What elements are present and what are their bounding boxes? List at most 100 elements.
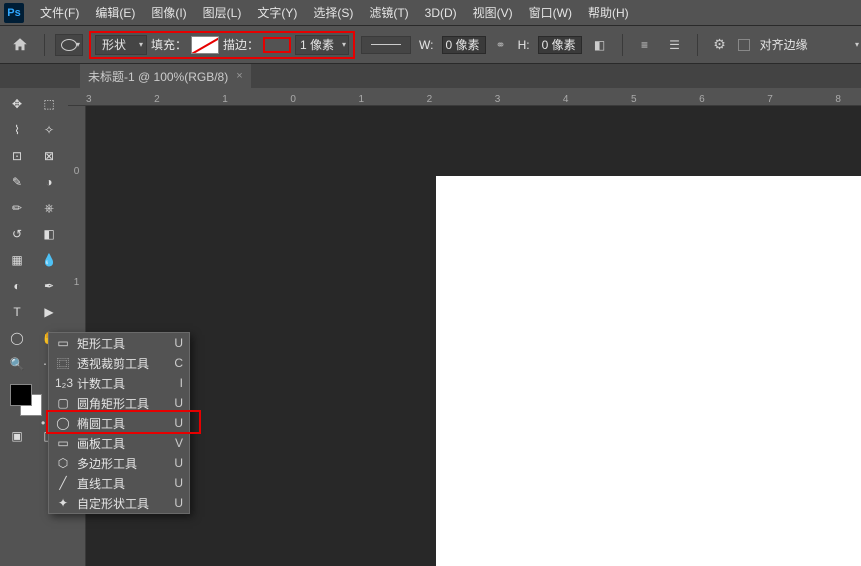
healing-tool[interactable]: ◑ [34, 170, 64, 194]
tool-icon: 1₂3 [55, 376, 71, 390]
type-tool[interactable]: T [2, 300, 32, 324]
menu-layer[interactable]: 图层(L) [195, 0, 250, 26]
tool-icon: ⿴ [55, 355, 71, 372]
foreground-color[interactable] [10, 384, 32, 406]
tool-shortcut: U [174, 496, 183, 510]
ruler-tick: 4 [563, 94, 569, 105]
flyout-item[interactable]: ⿴透视裁剪工具C [49, 353, 189, 373]
canvas[interactable] [436, 176, 861, 566]
magic-wand-tool[interactable]: ✧ [34, 118, 64, 142]
frame-tool[interactable]: ⊠ [34, 144, 64, 168]
shape-tool-flyout: ▭矩形工具U⿴透视裁剪工具C1₂3计数工具I▢圆角矩形工具U◯椭圆工具U ▭ 画板工… [48, 332, 190, 514]
menu-view[interactable]: 视图(V) [465, 0, 521, 26]
ruler-tick: 8 [835, 94, 841, 105]
tool-label: 画板工具 [77, 435, 169, 452]
highlight-box-options: 形状▾ 填充： 描边： 1 像素▾ [89, 31, 355, 59]
separator [44, 34, 45, 56]
ruler-tick: 1 [222, 94, 228, 105]
menu-image[interactable]: 图像(I) [143, 0, 194, 26]
flyout-item[interactable]: ▢圆角矩形工具U [49, 393, 189, 413]
history-brush-tool[interactable]: ↺ [2, 222, 32, 246]
eyedropper-tool[interactable]: ✎ [2, 170, 32, 194]
flyout-item[interactable]: ⬡多边形工具U [49, 453, 189, 473]
menu-filter[interactable]: 滤镜(T) [361, 0, 416, 26]
gear-icon[interactable]: ⚙ [708, 33, 732, 57]
home-icon[interactable] [6, 31, 34, 59]
ruler-tick: 0 [290, 94, 296, 105]
marquee-tool[interactable]: ⬚ [34, 92, 64, 116]
flyout-item[interactable]: ✦自定形状工具U [49, 493, 189, 513]
tool-shortcut: U [174, 476, 183, 490]
menu-window[interactable]: 窗口(W) [521, 0, 580, 26]
stroke-swatch[interactable] [263, 37, 291, 53]
flyout-item[interactable]: 1₂3计数工具I [49, 373, 189, 393]
tool-shortcut: U [174, 456, 183, 470]
canvas-background[interactable] [86, 106, 861, 566]
ruler-tick: 3 [495, 94, 501, 105]
separator [697, 34, 698, 56]
tool-shortcut: U [174, 416, 183, 430]
menu-type[interactable]: 文字(Y) [249, 0, 305, 26]
stroke-label: 描边： [223, 36, 259, 53]
path-align-icon[interactable]: ≡ [633, 33, 657, 57]
ruler-tick: 0 [74, 166, 80, 177]
tool-preset-button[interactable]: ▾ [55, 34, 83, 56]
document-tab-bar: 未标题-1 @ 100%(RGB/8) × [0, 64, 861, 88]
flyout-item[interactable]: ▭ 画板工具 V [49, 433, 189, 453]
clone-tool[interactable]: ⎈ [34, 196, 64, 220]
path-operations-icon[interactable]: ◧ [588, 33, 612, 57]
close-icon[interactable]: × [236, 70, 242, 82]
pen-tool[interactable]: ✒ [34, 274, 64, 298]
path-arrange-icon[interactable]: ☰ [663, 33, 687, 57]
stroke-size-value: 1 像素 [300, 36, 334, 53]
tool-icon: ◯ [55, 416, 71, 430]
zoom-tool[interactable]: 🔍 [2, 352, 32, 376]
fill-swatch[interactable] [191, 36, 219, 54]
ruler-tick: 1 [359, 94, 365, 105]
shape-mode-select[interactable]: 形状▾ [95, 35, 147, 55]
document-tab[interactable]: 未标题-1 @ 100%(RGB/8) × [80, 64, 251, 88]
tool-shortcut: I [180, 376, 183, 390]
menu-select[interactable]: 选择(S) [305, 0, 361, 26]
link-wh-icon[interactable]: ⚭ [492, 38, 510, 52]
ruler-tick: 6 [699, 94, 705, 105]
menu-file[interactable]: 文件(F) [32, 0, 87, 26]
tool-icon: ▭ [55, 436, 71, 450]
flyout-item[interactable]: ◯椭圆工具U [49, 413, 189, 433]
blur-tool[interactable]: 💧 [34, 248, 64, 272]
ruler-tick: 3 [86, 94, 92, 105]
menu-edit[interactable]: 编辑(E) [87, 0, 143, 26]
options-bar: ▾ 形状▾ 填充： 描边： 1 像素▾ ▾ W: 0 像素 ⚭ H: 0 像素 … [0, 26, 861, 64]
height-label: H: [518, 38, 530, 52]
stroke-size-input[interactable]: 1 像素▾ [295, 35, 349, 55]
shape-tool[interactable]: ◯ [2, 326, 32, 350]
crop-tool[interactable]: ⊡ [2, 144, 32, 168]
height-input[interactable]: 0 像素 [538, 36, 582, 54]
width-label: W: [419, 38, 433, 52]
ruler-tick: 2 [427, 94, 433, 105]
document-title: 未标题-1 @ 100%(RGB/8) [88, 68, 228, 85]
menu-3d[interactable]: 3D(D) [417, 0, 465, 26]
ruler-tick: 1 [74, 277, 80, 288]
menu-help[interactable]: 帮助(H) [580, 0, 637, 26]
tool-icon: ▢ [55, 396, 71, 410]
stroke-style-select[interactable]: ▾ [361, 36, 411, 54]
menu-bar: Ps 文件(F) 编辑(E) 图像(I) 图层(L) 文字(Y) 选择(S) 滤… [0, 0, 861, 26]
align-edges-checkbox[interactable] [738, 39, 750, 51]
move-tool[interactable]: ✥ [2, 92, 32, 116]
dodge-tool[interactable]: ◐ [2, 274, 32, 298]
flyout-item[interactable]: ▭矩形工具U [49, 333, 189, 353]
tool-icon: ╱ [55, 476, 71, 490]
path-select-tool[interactable]: ▶ [34, 300, 64, 324]
eraser-tool[interactable]: ◧ [34, 222, 64, 246]
brush-tool[interactable]: ✏ [2, 196, 32, 220]
tool-icon: ⬡ [55, 456, 71, 470]
shape-mode-value: 形状 [102, 36, 126, 53]
width-input[interactable]: 0 像素 [442, 36, 486, 54]
lasso-tool[interactable]: ⌇ [2, 118, 32, 142]
ruler-tick: 7 [767, 94, 773, 105]
gradient-tool[interactable]: ▦ [2, 248, 32, 272]
tool-shortcut: V [175, 436, 183, 450]
quickmask-tool[interactable]: ▣ [2, 424, 32, 448]
flyout-item[interactable]: ╱直线工具U [49, 473, 189, 493]
